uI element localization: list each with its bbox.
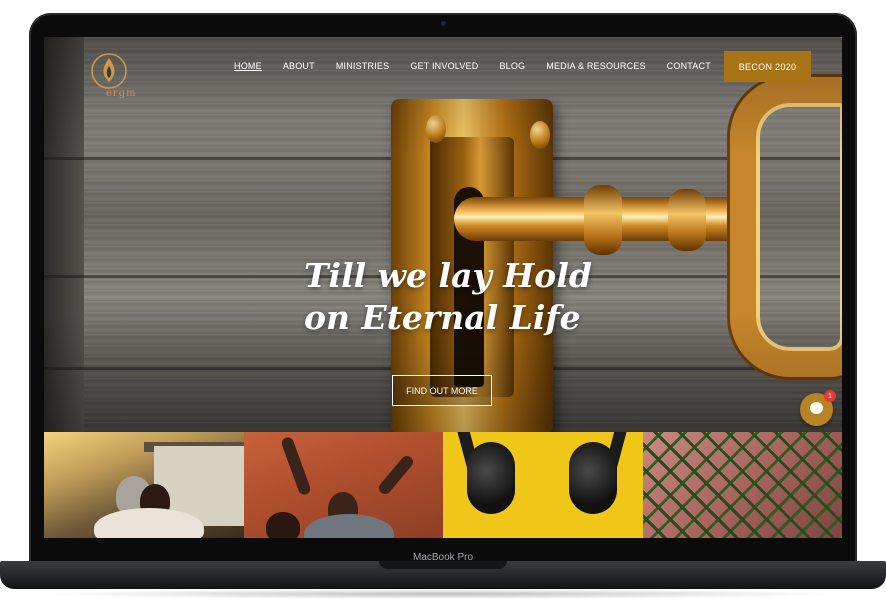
becon-2020-button[interactable]: BECON 2020 [724, 51, 811, 82]
image-tiles [44, 432, 842, 538]
top-nav: ergm HOME ABOUT MINISTRIES GET INVOLVED … [44, 37, 842, 107]
tile-celebration[interactable] [243, 432, 443, 538]
headphone-cup [467, 442, 515, 514]
person-body [303, 514, 394, 538]
screen: ergm HOME ABOUT MINISTRIES GET INVOLVED … [44, 37, 842, 538]
find-out-more-button[interactable]: FIND OUT MORE [392, 375, 492, 406]
chat-button[interactable]: 1 [800, 390, 836, 426]
hero-headline-line2: on Eternal Life [304, 298, 581, 337]
camera-icon [441, 21, 446, 26]
tile-network[interactable] [642, 432, 842, 538]
hero-headline-line1: Till we lay Hold [304, 256, 592, 295]
hero-headline: Till we lay Hold on Eternal Life [304, 255, 664, 339]
raised-arm [376, 453, 415, 497]
logo-mark-icon[interactable] [88, 49, 130, 109]
laptop-notch [379, 561, 507, 569]
nav-links: HOME ABOUT MINISTRIES GET INVOLVED BLOG … [234, 61, 732, 71]
rope-net [642, 432, 842, 538]
chat-icon [810, 402, 823, 414]
nav-get-involved[interactable]: GET INVOLVED [410, 61, 478, 71]
person-head [265, 512, 300, 538]
nav-about[interactable]: ABOUT [283, 61, 315, 71]
hero-section: ergm HOME ABOUT MINISTRIES GET INVOLVED … [44, 37, 842, 432]
headphone-cup [569, 442, 617, 514]
nav-media-resources[interactable]: MEDIA & RESOURCES [546, 61, 645, 71]
tile-headphones[interactable] [443, 432, 643, 538]
raised-arm [279, 435, 312, 497]
nav-blog[interactable]: BLOG [499, 61, 525, 71]
laptop-shadow [40, 589, 846, 599]
chat-badge: 1 [824, 390, 836, 402]
logo-wordmark[interactable]: ergm [106, 88, 137, 99]
nav-home[interactable]: HOME [234, 61, 262, 71]
nav-contact[interactable]: CONTACT [667, 61, 711, 71]
nav-ministries[interactable]: MINISTRIES [336, 61, 390, 71]
tile-embrace[interactable] [44, 432, 244, 538]
